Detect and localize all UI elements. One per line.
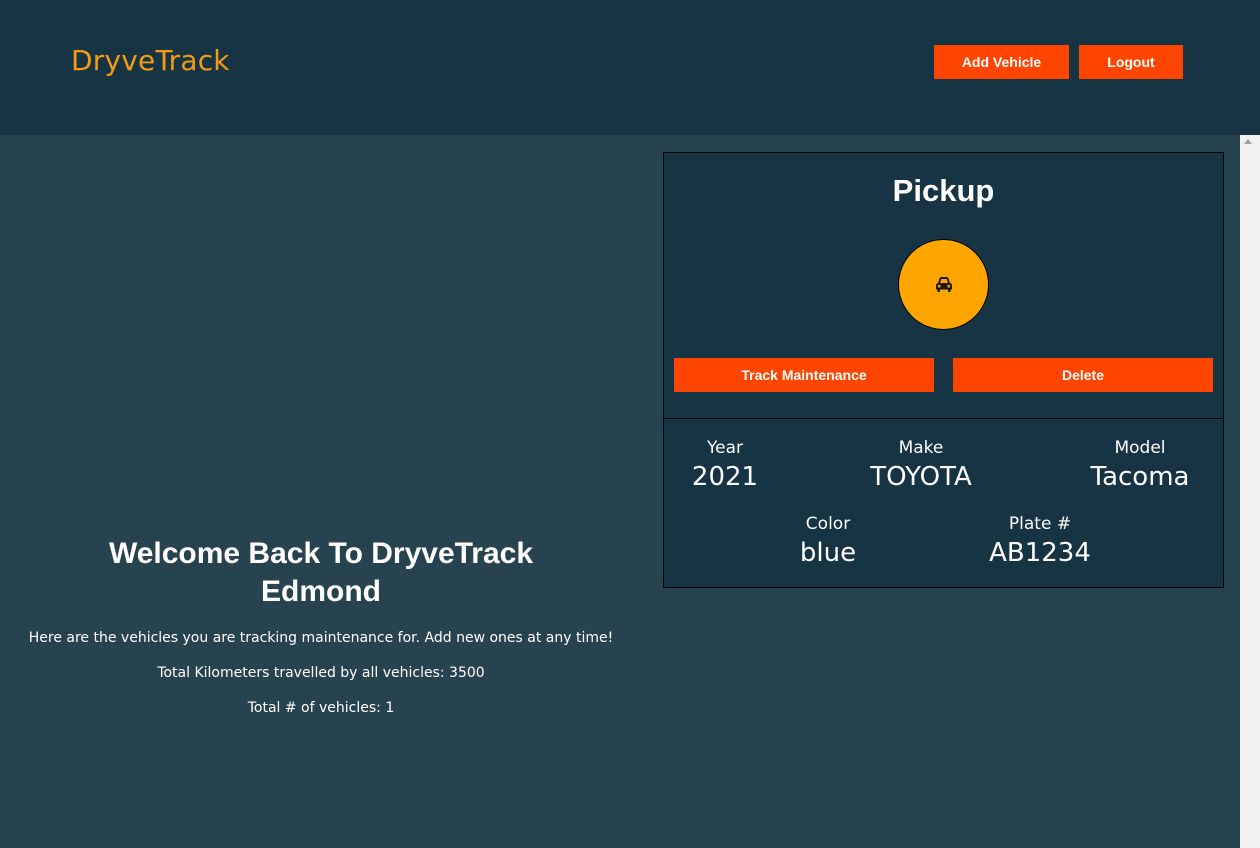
plate-label: Plate # (1008, 514, 1072, 534)
model-value: Tacoma (1090, 462, 1190, 492)
car-icon (935, 276, 952, 292)
vehicle-color: Color blue (748, 513, 908, 569)
vehicle-year: Year 2021 (645, 437, 805, 493)
year-label: Year (707, 438, 743, 458)
delete-vehicle-button[interactable]: Delete (953, 358, 1213, 392)
page-scrollbar[interactable] (1240, 135, 1260, 848)
vehicle-plate: Plate # AB1234 (960, 513, 1120, 569)
welcome-intro: Here are the vehicles you are tracking m… (28, 630, 614, 646)
plate-value: AB1234 (989, 538, 1091, 568)
track-maintenance-button[interactable]: Track Maintenance (674, 358, 934, 392)
scroll-up-arrow-icon[interactable] (1244, 139, 1252, 144)
brand-logo[interactable]: DryveTrack (71, 44, 230, 77)
total-kilometers: Total Kilometers travelled by all vehicl… (157, 665, 485, 681)
vehicle-make: Make TOYOTA (841, 437, 1001, 493)
vehicle-model: Model Tacoma (1060, 437, 1220, 493)
add-vehicle-button[interactable]: Add Vehicle (934, 45, 1069, 79)
total-vehicles: Total # of vehicles: 1 (247, 700, 395, 716)
vehicle-card: Pickup Track Maintenance Delete Year 202… (663, 152, 1224, 588)
make-value: TOYOTA (870, 462, 972, 492)
logout-button[interactable]: Logout (1079, 45, 1183, 79)
color-label: Color (805, 514, 851, 534)
welcome-heading: Welcome Back To DryveTrack Edmond (20, 535, 622, 611)
year-value: 2021 (691, 462, 759, 492)
vehicle-card-header: Pickup Track Maintenance Delete (664, 153, 1223, 419)
welcome-username: Edmond (261, 575, 381, 608)
vehicle-avatar (898, 239, 989, 330)
vehicle-name: Pickup (892, 173, 995, 208)
top-navbar: DryveTrack Add Vehicle Logout (0, 0, 1260, 135)
model-label: Model (1114, 438, 1166, 458)
color-value: blue (799, 538, 857, 568)
welcome-section: Welcome Back To DryveTrack Edmond Here a… (20, 535, 622, 720)
make-label: Make (898, 438, 944, 458)
welcome-title: Welcome Back To DryveTrack (108, 537, 534, 570)
